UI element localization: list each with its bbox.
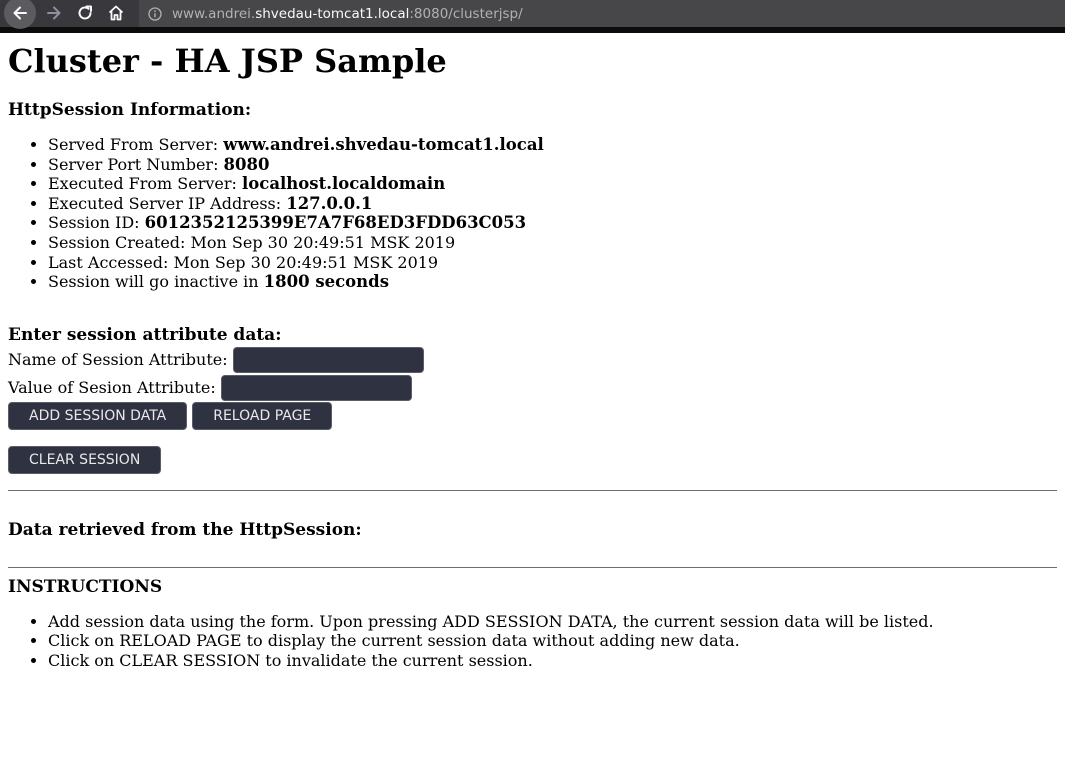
item-value: 8080: [223, 154, 270, 174]
instruction-item: Click on CLEAR SESSION to invalidate the…: [48, 651, 1057, 671]
instructions-list: Add session data using the form. Upon pr…: [8, 612, 1057, 671]
clear-session-button[interactable]: CLEAR SESSION: [8, 445, 162, 474]
url-prefix: www.andrei.: [172, 5, 256, 22]
clear-row: CLEAR SESSION: [8, 445, 1057, 474]
forward-button[interactable]: [40, 0, 68, 27]
url-bar[interactable]: www.andrei.shvedau-tomcat1.local:8080/cl…: [139, 0, 1065, 27]
divider: [8, 489, 1057, 491]
list-item: Last Accessed: Mon Sep 30 20:49:51 MSK 2…: [48, 253, 1057, 273]
item-value: 127.0.0.1: [286, 193, 373, 213]
url-host: shvedau-tomcat1.local: [255, 5, 410, 22]
add-session-data-button[interactable]: ADD SESSION DATA: [8, 401, 188, 430]
item-value: 6012352125399E7A7F68ED3FDD63C053: [144, 213, 527, 233]
url-suffix: :8080/clusterjsp/: [409, 5, 523, 22]
item-value: localhost.localdomain: [242, 174, 446, 194]
item-label: Executed From Server:: [48, 174, 243, 194]
home-button[interactable]: [102, 0, 130, 27]
instructions-heading: INSTRUCTIONS: [8, 576, 163, 597]
list-item: Server Port Number: 8080: [48, 155, 1057, 175]
divider: [8, 566, 1057, 568]
arrow-right-icon: [47, 6, 61, 20]
list-item: Session Created: Mon Sep 30 20:49:51 MSK…: [48, 233, 1057, 253]
item-value: 1800 seconds: [263, 272, 389, 292]
item-label: Session will go inactive in: [48, 272, 264, 292]
attribute-value-input[interactable]: [220, 374, 412, 401]
instruction-item: Click on RELOAD PAGE to display the curr…: [48, 631, 1057, 651]
home-icon: [108, 5, 124, 21]
item-value: www.andrei.shvedau-tomcat1.local: [223, 135, 544, 154]
list-item: Served From Server: www.andrei.shvedau-t…: [48, 135, 1057, 155]
url-text: www.andrei.shvedau-tomcat1.local:8080/cl…: [172, 6, 523, 22]
list-item: Executed Server IP Address: 127.0.0.1: [48, 194, 1057, 214]
button-row: ADD SESSION DATA RELOAD PAGE: [8, 401, 1057, 430]
item-label: Session Created: Mon Sep 30 20:49:51 MSK…: [48, 232, 456, 252]
reload-button[interactable]: [71, 0, 99, 27]
attribute-name-input[interactable]: [232, 346, 424, 373]
value-label: Value of Sesion Attribute:: [8, 378, 216, 398]
reload-icon: [78, 5, 92, 20]
list-item: Session will go inactive in 1800 seconds: [48, 272, 1057, 292]
browser-toolbar: www.andrei.shvedau-tomcat1.local:8080/cl…: [0, 0, 1065, 33]
item-label: Executed Server IP Address:: [48, 193, 287, 213]
list-item: Session ID: 6012352125399E7A7F68ED3FDD63…: [48, 213, 1057, 233]
name-row: Name of Session Attribute:: [8, 346, 1057, 374]
page-content: Cluster - HA JSP Sample HttpSession Info…: [0, 41, 1065, 671]
value-row: Value of Sesion Attribute:: [8, 374, 1057, 402]
session-info-heading: HttpSession Information:: [8, 100, 252, 120]
instruction-item: Add session data using the form. Upon pr…: [48, 612, 1057, 632]
retrieved-heading: Data retrieved from the HttpSession:: [8, 519, 362, 540]
item-label: Last Accessed: Mon Sep 30 20:49:51 MSK 2…: [48, 252, 439, 272]
list-item: Executed From Server: localhost.localdom…: [48, 174, 1057, 194]
back-button[interactable]: [4, 0, 36, 29]
reload-page-button[interactable]: RELOAD PAGE: [192, 401, 333, 430]
arrow-left-icon: [13, 6, 27, 20]
item-label: Server Port Number:: [48, 154, 224, 174]
info-icon[interactable]: [148, 6, 162, 21]
item-label: Session ID:: [48, 213, 145, 233]
page-title: Cluster - HA JSP Sample: [8, 42, 447, 80]
session-info-list: Served From Server: www.andrei.shvedau-t…: [8, 135, 1057, 292]
name-label: Name of Session Attribute:: [8, 350, 228, 370]
form-heading: Enter session attribute data:: [8, 324, 282, 345]
item-label: Served From Server:: [48, 135, 224, 154]
